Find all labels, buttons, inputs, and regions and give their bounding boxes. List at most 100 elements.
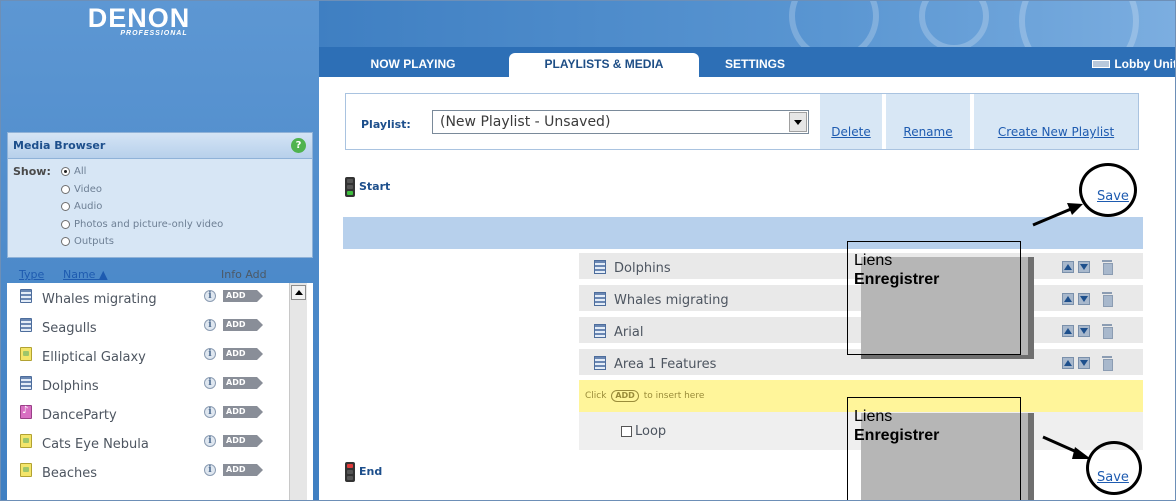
unit-selector[interactable]: Lobby Unit [1092, 53, 1176, 75]
media-list-header: Type Name ▲ Info Add [19, 268, 304, 282]
tab-settings[interactable]: SETTINGS [705, 53, 805, 77]
video-icon [20, 376, 32, 390]
media-name: Seagulls [42, 321, 97, 336]
media-name: Whales migrating [42, 292, 157, 307]
tab-now-playing[interactable]: NOW PLAYING [343, 53, 483, 77]
radio-all[interactable] [61, 167, 70, 176]
media-name: Dolphins [42, 379, 99, 394]
sort-by-type-link[interactable]: Type [19, 268, 44, 281]
callout-text-line1: Liens [854, 252, 893, 269]
header-banner [319, 1, 1175, 81]
callout-box-bottom: Liens Enregistrer [847, 397, 1021, 500]
playlist-selected-value: (New Playlist - Unsaved) [440, 114, 611, 130]
playlist-dropdown[interactable]: (New Playlist - Unsaved) [432, 110, 809, 134]
left-panel: DENON PROFESSIONAL Media Browser ? Show:… [1, 1, 319, 500]
highlight-circle-bottom [1086, 441, 1142, 495]
add-button[interactable]: ADD [223, 319, 263, 331]
media-browser-header: Media Browser ? [7, 132, 313, 158]
highlight-circle-top [1079, 163, 1137, 217]
insert-add-badge: ADD [611, 390, 639, 402]
start-signal-icon [345, 177, 355, 197]
move-down-icon[interactable] [1078, 325, 1090, 337]
callout-text-line2: Enregistrer [854, 427, 940, 444]
list-item[interactable]: DanceParty i ADD [7, 399, 293, 428]
radio-outputs[interactable] [61, 237, 70, 246]
logo-subtext: PROFESSIONAL [120, 30, 188, 37]
list-item[interactable]: Dolphins i ADD [7, 370, 293, 399]
unit-device-icon [1092, 60, 1111, 68]
radio-audio[interactable] [61, 202, 70, 211]
trash-icon[interactable] [1102, 260, 1113, 275]
radio-video[interactable] [61, 185, 70, 194]
audio-icon [20, 405, 32, 419]
playlist-toolbar: Playlist: (New Playlist - Unsaved) Delet… [345, 93, 1139, 150]
add-button[interactable]: ADD [223, 348, 263, 360]
media-list-scrollbar[interactable] [289, 283, 307, 500]
filter-video-label: Video [74, 184, 103, 195]
scroll-up-arrow-icon[interactable] [291, 285, 306, 300]
media-list: Whales migrating i ADD Seagulls i ADD El… [7, 283, 313, 500]
info-icon[interactable]: i [204, 435, 216, 447]
filter-video[interactable]: Video [61, 183, 102, 196]
end-signal-icon [345, 462, 355, 482]
photo-icon [20, 347, 32, 361]
photo-icon [20, 434, 32, 448]
video-icon [594, 356, 606, 370]
filter-all[interactable]: All [61, 165, 86, 178]
playlist-header-band [343, 217, 1143, 249]
video-icon [20, 289, 32, 303]
list-item[interactable]: Elliptical Galaxy i ADD [7, 341, 293, 370]
move-down-icon[interactable] [1078, 261, 1090, 273]
list-item[interactable]: Whales migrating i ADD [7, 283, 293, 312]
denon-logo: DENON PROFESSIONAL [59, 3, 219, 37]
sort-by-name-link[interactable]: Name ▲ [63, 268, 107, 281]
info-icon[interactable]: i [204, 406, 216, 418]
add-button[interactable]: ADD [223, 290, 263, 302]
chevron-down-icon[interactable] [789, 112, 807, 132]
move-up-icon[interactable] [1062, 293, 1074, 305]
media-name: Beaches [42, 466, 98, 481]
unit-name: Lobby Unit [1114, 57, 1176, 71]
add-button[interactable]: ADD [223, 435, 263, 447]
move-down-icon[interactable] [1078, 357, 1090, 369]
insert-hint-pre: Click [585, 391, 607, 401]
trash-icon[interactable] [1102, 356, 1113, 371]
tab-playlists-media[interactable]: PLAYLISTS & MEDIA [509, 53, 699, 77]
filter-all-label: All [74, 166, 87, 177]
filter-outputs[interactable]: Outputs [61, 235, 114, 248]
help-icon[interactable]: ? [291, 138, 306, 153]
list-item[interactable]: Seagulls i ADD [7, 312, 293, 341]
rename-link[interactable]: Rename [884, 94, 970, 149]
add-button[interactable]: ADD [223, 464, 263, 476]
trash-icon[interactable] [1102, 324, 1113, 339]
filter-photos[interactable]: Photos and picture-only video [61, 218, 223, 231]
show-label: Show: [13, 165, 51, 178]
add-button[interactable]: ADD [223, 377, 263, 389]
info-icon[interactable]: i [204, 290, 216, 302]
create-new-playlist-link[interactable]: Create New Playlist [972, 94, 1138, 149]
trash-icon[interactable] [1102, 292, 1113, 307]
playlist-editor: Playlist: (New Playlist - Unsaved) Delet… [319, 77, 1175, 500]
add-button[interactable]: ADD [223, 406, 263, 418]
filter-audio[interactable]: Audio [61, 200, 102, 213]
media-name: Cats Eye Nebula [42, 437, 149, 452]
info-icon[interactable]: i [204, 348, 216, 360]
list-item[interactable]: Cats Eye Nebula i ADD [7, 428, 293, 457]
move-down-icon[interactable] [1078, 293, 1090, 305]
app-window: DENON PROFESSIONAL Media Browser ? Show:… [0, 0, 1176, 501]
show-filter-box: Show: All Video Audio Photos and picture… [7, 158, 313, 258]
filter-photos-label: Photos and picture-only video [74, 219, 224, 230]
end-label: End [359, 465, 383, 478]
filter-audio-label: Audio [74, 201, 103, 212]
main-tab-bar: NOW PLAYING PLAYLISTS & MEDIA SETTINGS L… [319, 47, 1176, 77]
move-up-icon[interactable] [1062, 261, 1074, 273]
list-item[interactable]: Beaches i ADD [7, 457, 293, 486]
radio-photos[interactable] [61, 220, 70, 229]
info-icon[interactable]: i [204, 377, 216, 389]
move-up-icon[interactable] [1062, 325, 1074, 337]
delete-link[interactable]: Delete [818, 94, 882, 149]
move-up-icon[interactable] [1062, 357, 1074, 369]
info-icon[interactable]: i [204, 319, 216, 331]
info-icon[interactable]: i [204, 464, 216, 476]
loop-checkbox[interactable] [621, 426, 632, 437]
